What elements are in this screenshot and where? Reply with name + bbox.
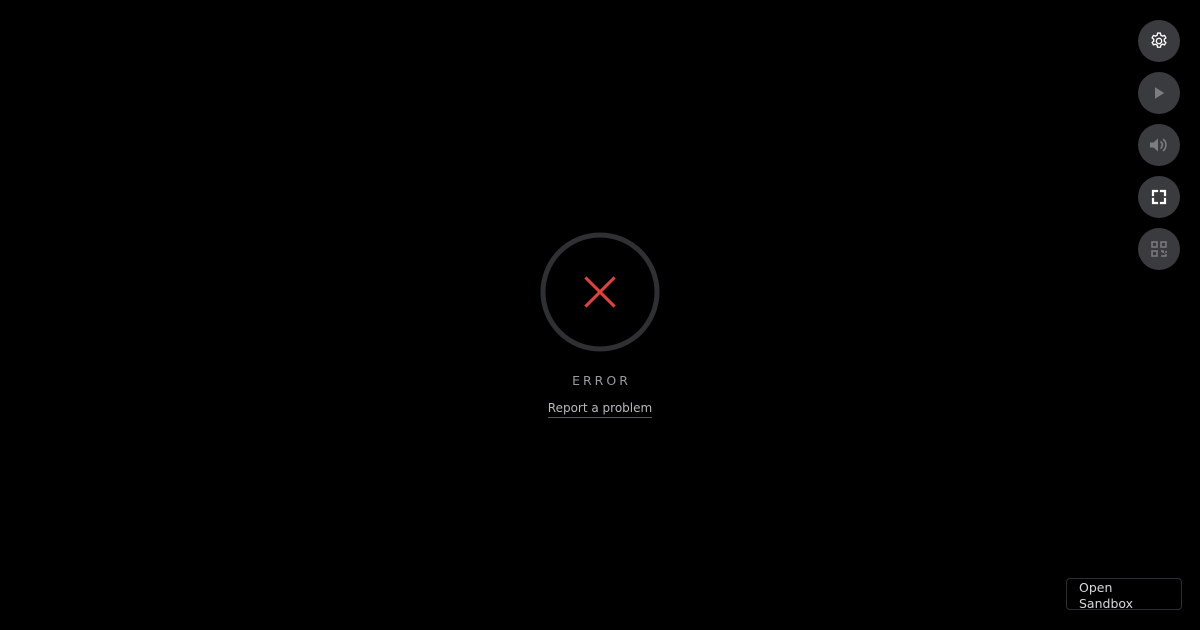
error-icon — [540, 232, 660, 352]
fullscreen-icon — [1151, 189, 1167, 205]
qr-code-icon — [1150, 240, 1168, 258]
play-icon — [1151, 85, 1167, 101]
control-toolbar — [1138, 20, 1180, 280]
app-stage: ERROR Report a problem Open Sandbox — [0, 0, 1200, 630]
qr-code-button[interactable] — [1138, 228, 1180, 270]
open-sandbox-button[interactable]: Open Sandbox — [1066, 578, 1182, 611]
volume-icon — [1148, 136, 1170, 154]
volume-button[interactable] — [1138, 124, 1180, 166]
error-panel: ERROR Report a problem — [0, 232, 1200, 418]
play-button[interactable] — [1138, 72, 1180, 114]
settings-button[interactable] — [1138, 20, 1180, 62]
report-problem-link[interactable]: Report a problem — [547, 401, 653, 418]
error-label: ERROR — [572, 373, 631, 388]
fullscreen-button[interactable] — [1138, 176, 1180, 218]
gear-icon — [1149, 31, 1169, 51]
